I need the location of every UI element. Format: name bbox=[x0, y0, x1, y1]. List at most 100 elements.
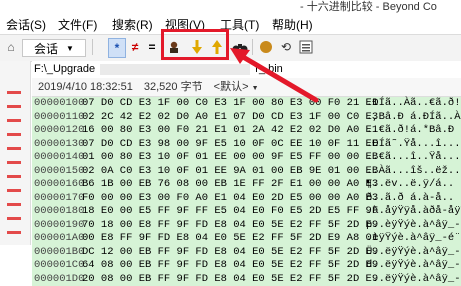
file-datetime: 2019/4/10 18:32:51 bbox=[38, 81, 133, 93]
diff-mark bbox=[7, 91, 21, 94]
hex-offset: 00000120 bbox=[34, 124, 84, 138]
highlight-annotation bbox=[161, 29, 229, 60]
hex-row[interactable]: 00000160B6 1B 00 EB 76 08 00 EB 1E FF 2F… bbox=[32, 178, 461, 192]
hex-ascii: Ü..ëÿŸýè.à^âÿ_-é bbox=[366, 246, 461, 260]
home-icon[interactable]: ⌂ bbox=[4, 38, 18, 56]
hex-row[interactable]: 000001A000 E8 FF 9F FD E8 04 E0 5E E2 FF… bbox=[32, 232, 461, 246]
hex-bytes: DC 12 00 EB FF 9F FD E8 04 E0 5E E2 FF 5… bbox=[82, 246, 378, 260]
sessions-dropdown[interactable]: 会话 ▼ bbox=[22, 39, 86, 57]
hex-row[interactable]: 0000015002 0A C0 E3 10 0F 01 EE 9A 01 00… bbox=[32, 165, 461, 179]
hex-ascii: ð..ã.ð á.à-å.. ã bbox=[366, 192, 461, 206]
hex-ascii: ..€ã...î..Ÿå...ë bbox=[366, 151, 461, 165]
hex-row[interactable]: 0000014001 00 80 E3 10 0F 01 EE 00 00 9F… bbox=[32, 151, 461, 165]
title-bar: - 十六进制比较 - Beyond Co bbox=[0, 0, 461, 14]
window-title: - 十六进制比较 - Beyond Co bbox=[300, 0, 437, 14]
hex-ascii: ..€ã.ð!á.*Bâ.Ð á bbox=[366, 124, 461, 138]
refresh-icon[interactable]: ⟲ bbox=[278, 38, 294, 56]
separator bbox=[252, 39, 253, 55]
hex-bytes: B6 1B 00 EB 76 08 00 EB 1E FF 2F E1 00 0… bbox=[82, 178, 378, 192]
show-diff-button[interactable]: ≠ bbox=[128, 38, 142, 56]
hex-bytes: 01 00 80 E3 10 0F 01 EE 00 00 9F E5 FF 0… bbox=[82, 151, 378, 165]
separator bbox=[92, 39, 93, 55]
file-path-tail: r_.bin bbox=[255, 63, 283, 75]
hex-offset: 000001A0 bbox=[34, 232, 84, 246]
hex-offset: 000001C0 bbox=[34, 259, 84, 273]
menu-file[interactable]: 文件(F) bbox=[58, 16, 97, 33]
hex-bytes: 07 D0 CD E3 98 00 9F E5 10 0F 0C EE 10 0… bbox=[82, 138, 378, 152]
hex-row[interactable]: 0000018018 E0 00 E5 FF 9F FF E5 04 E0 F0… bbox=[32, 205, 461, 219]
menu-search[interactable]: 搜索(R) bbox=[112, 16, 153, 33]
diff-gutter[interactable] bbox=[0, 61, 31, 245]
hex-offset: 00000130 bbox=[34, 138, 84, 152]
encoding-select[interactable]: <默认> bbox=[214, 81, 249, 93]
hex-offset: 00000160 bbox=[34, 178, 84, 192]
diff-mark bbox=[7, 161, 21, 164]
hex-ascii: ¶..ëv..ë.ÿ/á.. ã bbox=[366, 178, 461, 192]
hex-row[interactable]: 000001D020 08 00 EB FF 9F FD E8 04 E0 5E… bbox=[32, 273, 461, 286]
diff-mark bbox=[7, 119, 21, 122]
hex-offset: 00000180 bbox=[34, 205, 84, 219]
hex-row[interactable]: 00000170F0 00 00 E3 00 F0 A0 E1 04 E0 2D… bbox=[32, 192, 461, 206]
redacted-path bbox=[100, 64, 250, 75]
hex-bytes: 20 08 00 EB FF 9F FD E8 04 E0 5E E2 FF 5… bbox=[82, 273, 378, 286]
hex-ascii: p..èÿŸýè.à^âÿ_-é bbox=[366, 219, 461, 233]
sessions-label: 会话 bbox=[34, 40, 58, 57]
hex-bytes: 18 E0 00 E5 FF 9F FF E5 04 E0 F0 E5 2D E… bbox=[82, 205, 378, 219]
hex-row[interactable]: 0000013007 D0 CD E3 98 00 9F E5 10 0F 0C… bbox=[32, 138, 461, 152]
diff-mark bbox=[7, 147, 21, 150]
file-size: 32,520 字节 bbox=[144, 81, 203, 93]
hex-view[interactable]: 0000010007 D0 CD E3 1F 00 C0 E3 1F 00 80… bbox=[32, 97, 461, 286]
hex-bytes: 16 00 80 E3 00 F0 21 E1 01 2A 42 E2 02 D… bbox=[82, 124, 378, 138]
menu-session[interactable]: 会话(S) bbox=[6, 16, 46, 33]
hex-offset: 00000140 bbox=[34, 151, 84, 165]
menu-help[interactable]: 帮助(H) bbox=[272, 16, 313, 33]
hex-bytes: 07 D0 CD E3 1F 00 C0 E3 1F 00 80 E3 00 F… bbox=[82, 97, 378, 111]
diff-mark bbox=[7, 231, 21, 234]
hex-offset: 00000100 bbox=[34, 97, 84, 111]
chevron-down-icon: ▼ bbox=[252, 85, 259, 92]
hex-ascii: ..Àã...îš..ëž..ë bbox=[366, 165, 461, 179]
hex-offset: 000001D0 bbox=[34, 273, 84, 286]
binoculars-icon[interactable] bbox=[232, 38, 248, 56]
file-info-bar: 2019/4/10 18:32:51 32,520 字节 <默认> ▼ bbox=[32, 78, 461, 97]
hex-bytes: 00 E8 FF 9F FD E8 04 E0 5E E2 FF 5F 2D E… bbox=[82, 232, 378, 246]
hex-ascii: .ÐÍã˜.Ÿå...î...î bbox=[366, 138, 461, 152]
hex-ascii: ..ëÿŸýè.à^âÿ_-é bbox=[366, 273, 461, 286]
toolbar: ⌂ 会话 ▼ * ≠ = ⟲ bbox=[0, 34, 461, 62]
file-path-bar[interactable]: F:\_Upgrade r_.bin bbox=[32, 61, 461, 79]
hex-ascii: .,Bâ.Ð á.ÐÍã..Àã bbox=[366, 111, 461, 125]
diff-mark bbox=[7, 189, 21, 192]
hex-row[interactable]: 000001C064 08 00 EB FF 9F FD E8 04 E0 5E… bbox=[32, 259, 461, 273]
diff-mark bbox=[7, 217, 21, 220]
show-same-button[interactable]: = bbox=[145, 38, 159, 56]
hex-row[interactable]: 0000012016 00 80 E3 00 F0 21 E1 01 2A 42… bbox=[32, 124, 461, 138]
hex-ascii: d..ëÿŸýè.à^âÿ_-é bbox=[366, 259, 461, 273]
diff-mark bbox=[7, 203, 21, 206]
hex-ascii: .à.åÿŸÿå.àðå-åÿŸ bbox=[366, 205, 461, 219]
hex-ascii: .èÿŸýè.à^âÿ_-é¨. bbox=[366, 232, 461, 246]
hex-offset: 00000150 bbox=[34, 165, 84, 179]
hex-row[interactable]: 0000010007 D0 CD E3 1F 00 C0 E3 1F 00 80… bbox=[32, 97, 461, 111]
hex-bytes: F0 00 00 E3 00 F0 A0 E1 04 E0 2D E5 00 0… bbox=[82, 192, 378, 206]
diff-mark bbox=[7, 105, 21, 108]
hex-row[interactable]: 0000011002 2C 42 E2 02 D0 A0 E1 07 D0 CD… bbox=[32, 111, 461, 125]
hex-bytes: 02 2C 42 E2 02 D0 A0 E1 07 D0 CD E3 1F 0… bbox=[82, 111, 378, 125]
menu-bar: 会话(S) 文件(F) 搜索(R) 视图(V) 工具(T) 帮助(H) bbox=[0, 14, 461, 34]
diff-mark bbox=[7, 133, 21, 136]
hex-offset: 00000190 bbox=[34, 219, 84, 233]
list-icon[interactable] bbox=[298, 38, 314, 56]
hex-bytes: 02 0A C0 E3 10 0F 01 EE 9A 01 00 EB 9E 0… bbox=[82, 165, 378, 179]
hex-offset: 00000110 bbox=[34, 111, 84, 125]
hex-row[interactable]: 0000019070 18 00 E8 FF 9F FD E8 04 E0 5E… bbox=[32, 219, 461, 233]
hex-bytes: 70 18 00 E8 FF 9F FD E8 04 E0 5E E2 FF 5… bbox=[82, 219, 378, 233]
swap-icon[interactable] bbox=[258, 38, 274, 56]
hex-offset: 00000170 bbox=[34, 192, 84, 206]
file-path: F:\_Upgrade bbox=[34, 63, 95, 75]
diff-mark bbox=[7, 175, 21, 178]
hex-ascii: .ÐÍã..Àã..€ã.ð!á bbox=[366, 97, 461, 111]
hex-bytes: 64 08 00 EB FF 9F FD E8 04 E0 5E E2 FF 5… bbox=[82, 259, 378, 273]
hex-offset: 000001B0 bbox=[34, 246, 84, 260]
hex-row[interactable]: 000001B0DC 12 00 EB FF 9F FD E8 04 E0 5E… bbox=[32, 246, 461, 260]
show-all-button[interactable]: * bbox=[108, 38, 126, 58]
chevron-down-icon: ▼ bbox=[66, 44, 74, 53]
